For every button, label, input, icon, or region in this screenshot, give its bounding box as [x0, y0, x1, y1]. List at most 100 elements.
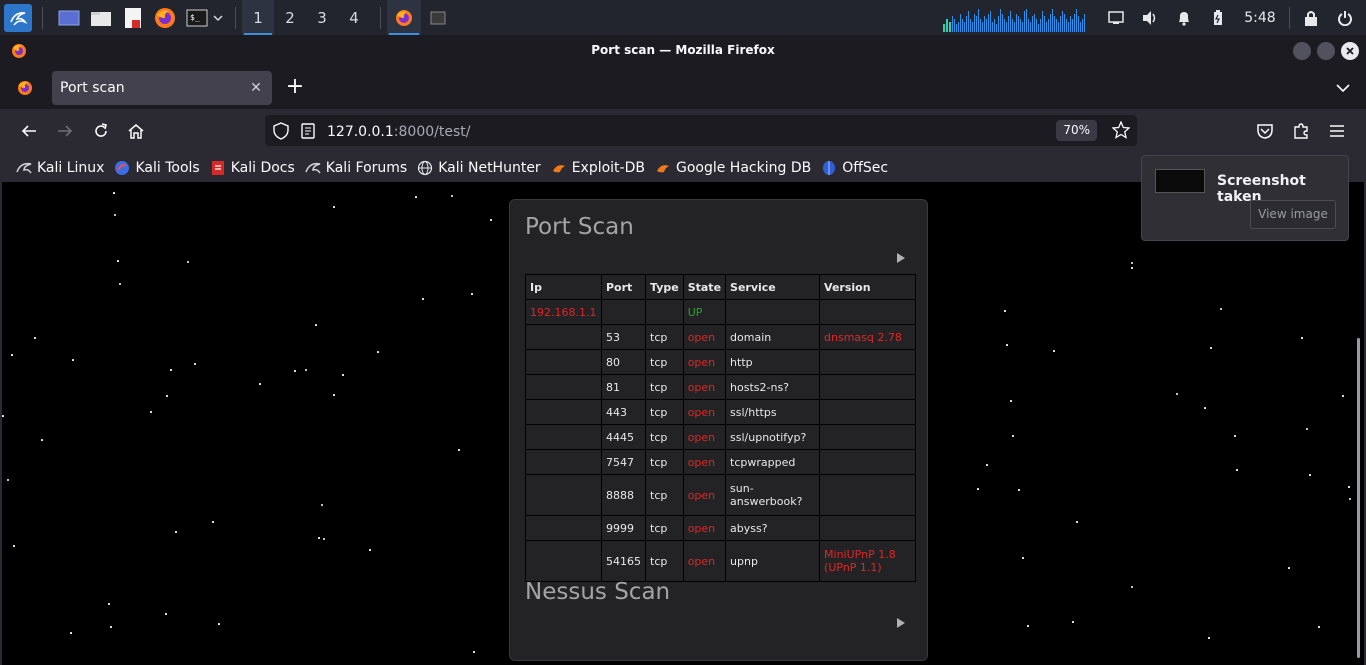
table-cell: open	[682, 515, 727, 541]
table-cell: tcp	[645, 515, 684, 541]
reload-button[interactable]	[89, 119, 113, 143]
bookmark-label: Kali Tools	[135, 159, 200, 176]
bookmark-offsec[interactable]: OffSec	[821, 160, 888, 176]
task-terminal[interactable]	[421, 0, 455, 35]
table-cell: tcp	[645, 449, 684, 475]
workspace-2[interactable]: 2	[274, 0, 306, 35]
bookmark-star-icon[interactable]	[1111, 120, 1131, 143]
extensions-button[interactable]	[1289, 119, 1313, 143]
star	[342, 374, 344, 376]
star	[315, 324, 317, 326]
bookmark-label: Google Hacking DB	[675, 159, 812, 176]
table-cell: tcp	[645, 540, 684, 582]
table-cell: tcp	[645, 424, 684, 450]
maximize-button[interactable]	[1317, 42, 1335, 60]
bookmark-kali-forums[interactable]: Kali Forums	[305, 160, 407, 176]
lock-icon[interactable]	[1294, 0, 1328, 35]
kali-menu-icon[interactable]	[4, 3, 32, 32]
table-cell: tcp	[645, 324, 684, 350]
star	[259, 383, 261, 385]
task-firefox[interactable]	[387, 0, 421, 35]
star	[1004, 310, 1006, 312]
volume-icon[interactable]	[1133, 0, 1167, 35]
star	[187, 261, 189, 263]
table-row: 80 tcp open http	[525, 349, 917, 375]
table-cell: open	[682, 424, 727, 450]
star	[72, 359, 74, 361]
tab-port-scan[interactable]: Port scan ✕	[52, 71, 272, 105]
list-all-tabs-icon[interactable]	[1334, 79, 1352, 97]
minimize-button[interactable]	[1293, 42, 1311, 60]
close-window-button[interactable]	[1341, 42, 1359, 60]
table-body: 192.168.1.1 UP 53 tcp open domain dnsmasq 2.78…	[525, 299, 917, 582]
shield-icon[interactable]	[273, 122, 289, 144]
view-image-button[interactable]: View image	[1250, 200, 1336, 229]
text-editor-icon[interactable]	[121, 6, 145, 30]
url-text[interactable]: 127.0.0.1:8000/test/	[327, 121, 470, 140]
star	[1349, 498, 1351, 500]
bookmark-kali-tools[interactable]: Kali Tools	[114, 159, 200, 176]
bookmark-kali-docs[interactable]: Kali Docs	[210, 160, 295, 176]
table-cell: 192.168.1.1	[525, 299, 602, 325]
forward-button[interactable]	[53, 119, 77, 143]
table-cell	[525, 474, 602, 516]
bookmark-exploit-db[interactable]: Exploit-DB	[551, 160, 645, 176]
pocket-button[interactable]	[1253, 119, 1277, 143]
back-button[interactable]	[17, 119, 41, 143]
workspace-4[interactable]: 4	[338, 0, 370, 35]
page-scrollbar[interactable]	[1357, 338, 1360, 658]
new-tab-button[interactable]: +	[283, 76, 307, 100]
table-row: 81 tcp open hosts2-ns?	[525, 374, 917, 400]
star	[1131, 267, 1133, 269]
page-info-icon[interactable]	[301, 123, 315, 143]
star	[1010, 400, 1012, 402]
play-arrow-icon[interactable]	[897, 618, 905, 628]
star	[1006, 344, 1008, 346]
clock[interactable]: 5:48	[1235, 10, 1285, 26]
url-bar[interactable]: 127.0.0.1:8000/test/ 70%	[265, 115, 1137, 146]
navigation-toolbar: 127.0.0.1:8000/test/ 70%	[0, 109, 1366, 153]
scan-panel: Port Scan Ip Port Type State Service Version …	[509, 199, 928, 661]
star	[1018, 489, 1020, 491]
star	[1027, 625, 1029, 627]
tab-close-icon[interactable]: ✕	[246, 78, 266, 98]
star	[1131, 262, 1133, 264]
table-cell	[525, 424, 602, 450]
workspace-3[interactable]: 3	[306, 0, 338, 35]
star	[113, 192, 115, 194]
chevron-down-icon[interactable]	[211, 6, 225, 30]
exploit-db-icon	[655, 160, 671, 176]
star	[323, 538, 325, 540]
play-arrow-icon[interactable]	[897, 253, 905, 263]
terminal-icon	[430, 11, 446, 24]
show-desktop-icon[interactable]	[57, 6, 81, 30]
star	[473, 651, 475, 653]
window-titlebar[interactable]: Port scan — Mozilla Firefox	[0, 35, 1366, 67]
table-cell: 9999	[601, 515, 646, 541]
bookmark-google-hacking-db[interactable]: Google Hacking DB	[655, 160, 811, 176]
port-scan-table: Ip Port Type State Service Version 192.168.1.…	[525, 274, 917, 582]
firefox-view-icon[interactable]	[17, 80, 33, 100]
power-icon[interactable]	[1328, 0, 1362, 35]
bookmark-kali-linux[interactable]: Kali Linux	[16, 160, 104, 176]
notification-bell-icon[interactable]	[1167, 0, 1201, 35]
file-manager-icon[interactable]	[89, 6, 113, 30]
star	[318, 537, 320, 539]
terminal-launcher-icon[interactable]: $_	[185, 6, 209, 30]
table-cell: hosts2-ns?	[725, 374, 821, 400]
star	[1210, 347, 1212, 349]
star	[1204, 407, 1206, 409]
firefox-launcher-icon[interactable]	[153, 6, 177, 30]
screenshot-thumbnail[interactable]	[1155, 169, 1205, 193]
network-icon[interactable]	[1099, 0, 1133, 35]
battery-icon[interactable]	[1201, 0, 1235, 35]
zoom-level-button[interactable]: 70%	[1056, 120, 1097, 141]
bookmark-kali-nethunter[interactable]: Kali NetHunter	[417, 160, 541, 176]
workspace-1[interactable]: 1	[242, 0, 274, 35]
table-cell: MiniUPnP 1.8 (UPnP 1.1)	[819, 540, 917, 582]
star	[422, 298, 424, 300]
star	[1208, 637, 1210, 639]
home-button[interactable]	[124, 119, 148, 143]
app-menu-button[interactable]	[1325, 119, 1349, 143]
column-header: Ip	[525, 274, 602, 300]
